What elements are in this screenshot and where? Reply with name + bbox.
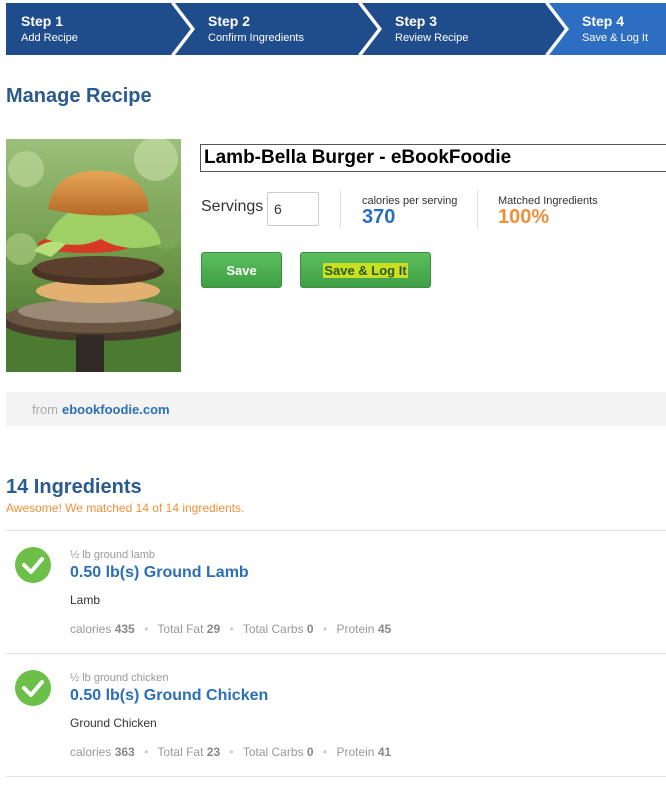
- save-log-button-label: Save & Log It: [323, 262, 408, 278]
- matched-value: 100%: [498, 206, 550, 228]
- source-link[interactable]: ebookfoodie.com: [62, 402, 170, 417]
- step-1[interactable]: Step 1 Add Recipe: [6, 3, 172, 55]
- fat-value: 23: [206, 745, 221, 759]
- check-icon: [15, 547, 51, 583]
- step-label: Save & Log It: [582, 32, 649, 44]
- servings-label: Servings: [201, 198, 264, 215]
- ingredients-heading: 14 Ingredients: [6, 476, 142, 498]
- source-bar: from ebookfoodie.com: [6, 392, 666, 426]
- ingredient-nutrition: calories 435 • Total Fat 29 • Total Carb…: [70, 622, 392, 636]
- step-number: Step 3: [395, 13, 438, 29]
- recipe-photo: [6, 139, 181, 372]
- step-number: Step 2: [208, 13, 251, 29]
- recipe-name-input[interactable]: Lamb-Bella Burger - eBookFoodie: [200, 144, 666, 172]
- ingredient-title[interactable]: 0.50 lb(s) Ground Lamb: [70, 564, 249, 582]
- carbs-label: Total Carbs: [242, 622, 304, 636]
- ingredient-nutrition: calories 363 • Total Fat 23 • Total Carb…: [70, 745, 392, 759]
- step-3[interactable]: Step 3 Review Recipe: [379, 3, 545, 55]
- stat-divider: [477, 190, 478, 228]
- step-number: Step 1: [21, 13, 64, 29]
- stat-divider: [340, 190, 341, 228]
- save-button-label: Save: [226, 262, 257, 278]
- protein-label: Protein: [336, 622, 375, 636]
- check-icon: [15, 670, 51, 706]
- fat-label: Total Fat: [157, 622, 204, 636]
- ingredients-match-summary: Awesome! We matched 14 of 14 ingredients…: [6, 501, 245, 515]
- calories-value: 435: [114, 622, 135, 636]
- carbs-value: 0: [306, 745, 314, 759]
- ingredient-original-text: ½ lb ground chicken: [70, 672, 169, 684]
- steps-bar: Step 1 Add Recipe Step 2 Confirm Ingredi…: [6, 3, 666, 55]
- carbs-value: 0: [306, 622, 314, 636]
- step-label: Review Recipe: [395, 32, 469, 44]
- step-number: Step 4: [582, 13, 625, 29]
- step-2[interactable]: Step 2 Confirm Ingredients: [192, 3, 358, 55]
- ingredient-original-text: ½ lb ground lamb: [70, 549, 155, 561]
- ingredient-food: Ground Chicken: [70, 716, 157, 730]
- carbs-label: Total Carbs: [242, 745, 304, 759]
- servings-input[interactable]: 6: [267, 192, 319, 226]
- protein-label: Protein: [336, 745, 375, 759]
- save-button[interactable]: Save: [201, 252, 282, 288]
- ingredient-title[interactable]: 0.50 lb(s) Ground Chicken: [70, 687, 268, 705]
- fat-label: Total Fat: [157, 745, 204, 759]
- divider: [6, 776, 666, 777]
- step-label: Confirm Ingredients: [208, 32, 304, 44]
- protein-value: 45: [377, 622, 392, 636]
- source-from-label: from: [32, 401, 58, 417]
- fat-value: 29: [206, 622, 221, 636]
- calories-value: 370: [362, 206, 396, 228]
- calories-label: calories: [70, 745, 112, 759]
- page-title: Manage Recipe: [6, 85, 152, 107]
- ingredient-food: Lamb: [70, 593, 101, 607]
- calories-label: calories: [70, 622, 112, 636]
- divider: [6, 653, 666, 654]
- step-4[interactable]: Step 4 Save & Log It: [566, 3, 666, 55]
- calories-value: 363: [114, 745, 135, 759]
- step-label: Add Recipe: [21, 32, 78, 44]
- save-and-log-button[interactable]: Save & Log It: [300, 252, 431, 288]
- protein-value: 41: [377, 745, 392, 759]
- divider: [6, 530, 666, 531]
